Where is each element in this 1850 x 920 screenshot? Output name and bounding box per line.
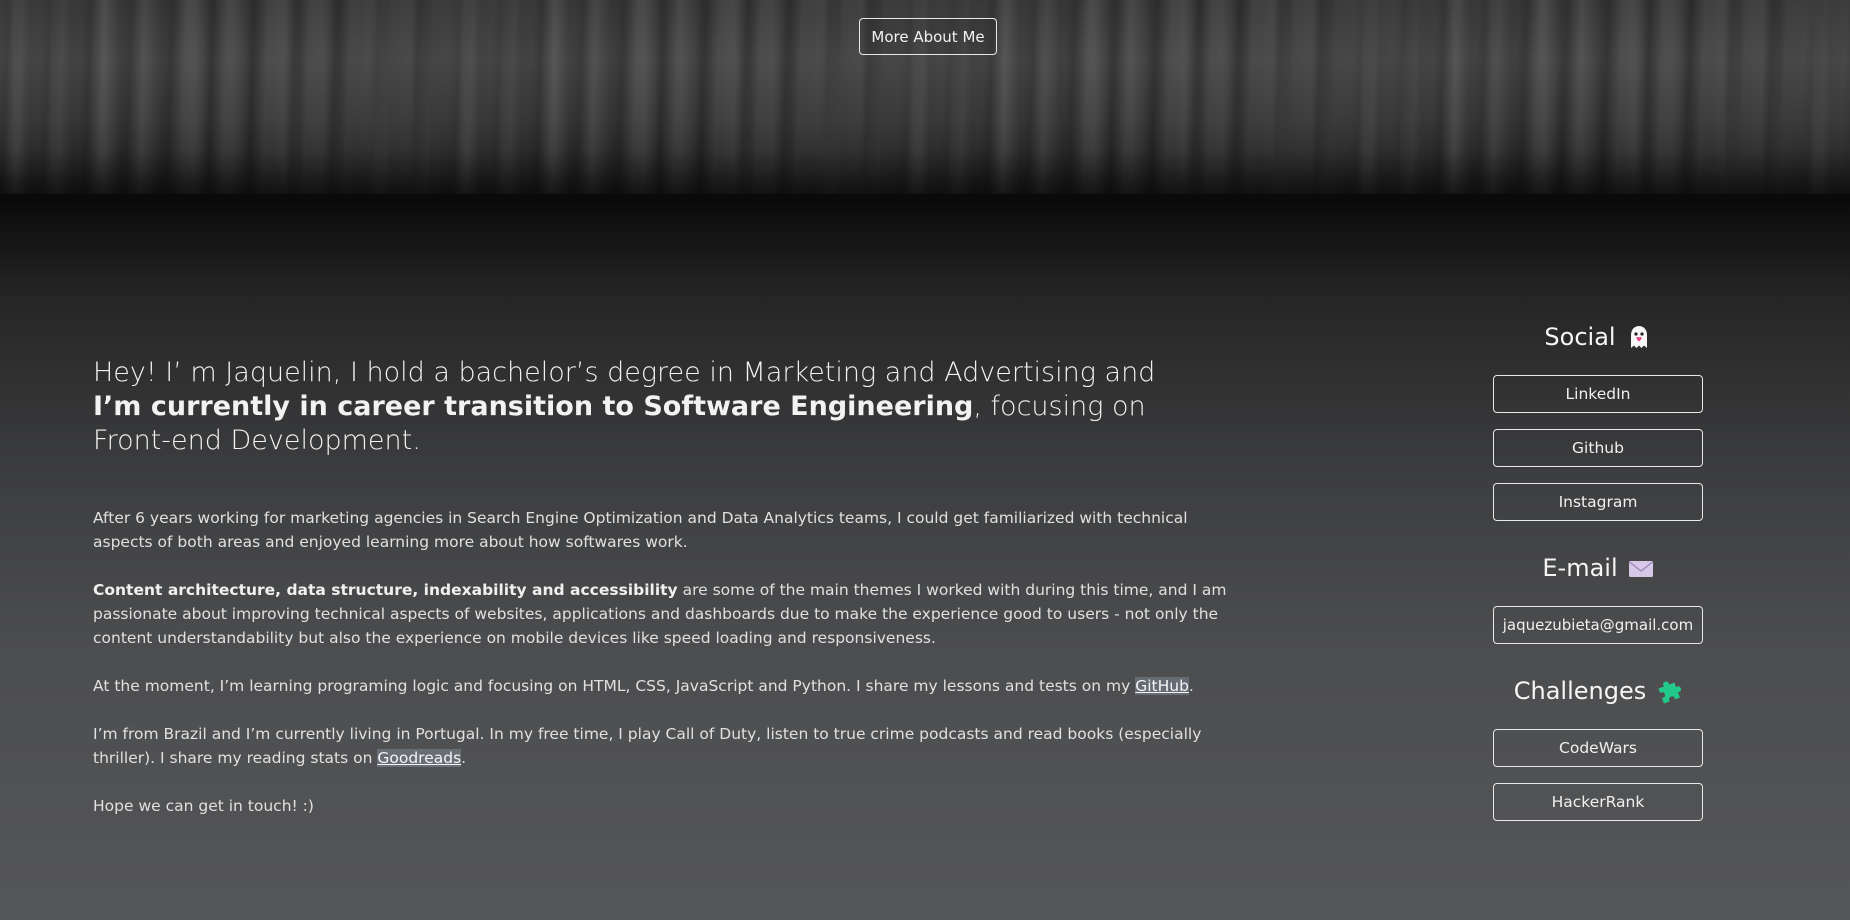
email-heading: E-mail	[1493, 551, 1703, 585]
about-paragraph-1: After 6 years working for marketing agen…	[93, 509, 1188, 551]
social-heading-label: Social	[1544, 323, 1616, 351]
p4-end: .	[461, 749, 467, 767]
about-paragraph-5: Hope we can get in touch! :)	[93, 797, 314, 815]
social-heading: Social	[1493, 320, 1703, 354]
challenges-heading: Challenges	[1493, 674, 1703, 708]
ghost-icon	[1626, 324, 1652, 350]
intro-bold: I’m currently in career transition to So…	[93, 391, 974, 422]
challenges-heading-label: Challenges	[1513, 677, 1647, 705]
linkedin-button[interactable]: LinkedIn	[1493, 375, 1703, 413]
about-paragraph-2: Content architecture, data structure, in…	[93, 578, 1233, 650]
hackerrank-button[interactable]: HackerRank	[1493, 783, 1703, 821]
p2-bold: Content architecture, data structure, in…	[93, 581, 678, 599]
p3-text: At the moment, I’m learning programing l…	[93, 677, 1136, 695]
intro-heading: Hey! I’ m Jaquelin, I hold a bachelor’s …	[93, 356, 1193, 458]
github-link[interactable]: GitHub	[1135, 677, 1189, 695]
p4-text: I’m from Brazil and I’m currently living…	[93, 725, 1202, 767]
p3-end: .	[1188, 677, 1194, 695]
envelope-icon	[1628, 555, 1654, 581]
about-paragraph-4: I’m from Brazil and I’m currently living…	[93, 722, 1233, 770]
about-paragraph-3: At the moment, I’m learning programing l…	[93, 674, 1233, 698]
email-heading-label: E-mail	[1542, 554, 1618, 582]
more-about-me-button[interactable]: More About Me	[859, 18, 997, 55]
instagram-button[interactable]: Instagram	[1493, 483, 1703, 521]
intro-start: Hey! I’ m Jaquelin, I hold a bachelor’s …	[93, 357, 1156, 388]
puzzle-piece-icon	[1656, 678, 1682, 704]
codewars-button[interactable]: CodeWars	[1493, 729, 1703, 767]
goodreads-link[interactable]: Goodreads	[377, 749, 462, 767]
github-button[interactable]: Github	[1493, 429, 1703, 467]
email-address-button[interactable]: jaquezubieta@gmail.com	[1493, 606, 1703, 644]
hero-fade	[0, 150, 1850, 194]
